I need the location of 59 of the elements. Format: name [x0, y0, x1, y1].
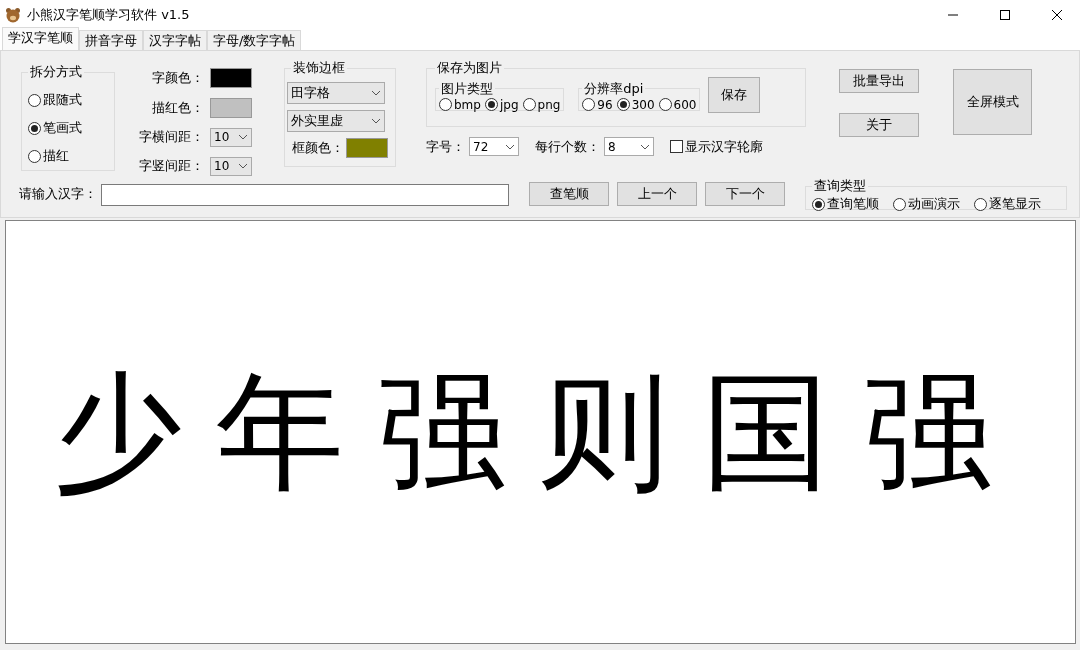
- side-button[interactable]: 批量导出: [839, 69, 919, 93]
- setting-label: 字颜色：: [152, 69, 204, 88]
- setting-label: 字横间距：: [139, 128, 204, 147]
- radio-button[interactable]: 描红: [28, 147, 108, 165]
- tab[interactable]: 学汉字笔顺: [2, 27, 79, 50]
- tab[interactable]: 字母/数字字帖: [207, 30, 302, 50]
- radio-button[interactable]: 300: [616, 97, 655, 112]
- color-swatch[interactable]: [210, 98, 252, 119]
- setting-label: 每行个数：: [535, 137, 600, 156]
- group-title: 装饰边框: [292, 59, 346, 77]
- dropdown[interactable]: 10: [210, 156, 252, 176]
- window-title: 小熊汉字笔顺学习软件 v1.5: [27, 6, 191, 24]
- fullscreen-button[interactable]: 全屏模式: [953, 69, 1032, 135]
- setting-label: 描红色：: [152, 99, 204, 118]
- caret-icon: [505, 143, 515, 150]
- caret-icon: [640, 143, 650, 150]
- setting-label: 框颜色：: [292, 139, 344, 157]
- color-swatch[interactable]: [210, 68, 252, 89]
- radio-button[interactable]: 动画演示: [893, 195, 960, 213]
- radio-button[interactable]: png: [522, 97, 561, 112]
- nav-button[interactable]: 下一个: [705, 182, 785, 206]
- setting-label: 字号：: [426, 137, 465, 156]
- setting-label: 字竖间距：: [139, 157, 204, 176]
- caret-icon: [238, 163, 248, 170]
- caret-icon: [371, 118, 381, 124]
- dropdown[interactable]: 72: [469, 137, 519, 156]
- nav-button[interactable]: 上一个: [617, 182, 697, 206]
- group-title: 保存为图片: [436, 59, 503, 77]
- maximize-icon: [1000, 10, 1010, 20]
- side-button[interactable]: 关于: [839, 113, 919, 137]
- nav-button[interactable]: 查笔顺: [529, 182, 609, 206]
- radio-button[interactable]: 96: [582, 97, 613, 112]
- radio-button[interactable]: jpg: [484, 97, 519, 112]
- caret-icon: [371, 90, 381, 96]
- dropdown[interactable]: 田字格: [287, 82, 385, 104]
- save-button[interactable]: 保存: [708, 77, 761, 113]
- radio-button[interactable]: 逐笔显示: [974, 195, 1041, 213]
- caret-icon: [238, 134, 248, 141]
- color-swatch[interactable]: [346, 138, 388, 158]
- dropdown[interactable]: 8: [604, 137, 654, 156]
- radio-button[interactable]: 跟随式: [28, 91, 108, 109]
- dropdown[interactable]: 10: [210, 127, 252, 147]
- input-label: 请输入汉字：: [19, 185, 97, 203]
- radio-button[interactable]: bmp: [439, 97, 481, 112]
- input-field[interactable]: [101, 184, 509, 206]
- group-title: 分辨率dpi: [583, 79, 645, 98]
- tab[interactable]: 拼音字母: [79, 30, 143, 50]
- radio-button[interactable]: 笔画式: [28, 119, 108, 137]
- group-title: 查询类型: [813, 177, 867, 195]
- group-title: 图片类型: [440, 79, 494, 98]
- character-text: 少年强则国强: [53, 368, 1026, 496]
- bear-icon: [5, 7, 21, 23]
- radio-button[interactable]: 查询笔顺: [812, 195, 879, 213]
- group-title: 拆分方式: [29, 63, 83, 81]
- dropdown[interactable]: 外实里虚: [287, 110, 385, 132]
- close-icon: [1052, 10, 1062, 20]
- radio-button[interactable]: 600: [658, 97, 697, 112]
- tab[interactable]: 汉字字帖: [143, 30, 207, 50]
- checkbox[interactable]: 显示汉字轮廓: [670, 137, 763, 156]
